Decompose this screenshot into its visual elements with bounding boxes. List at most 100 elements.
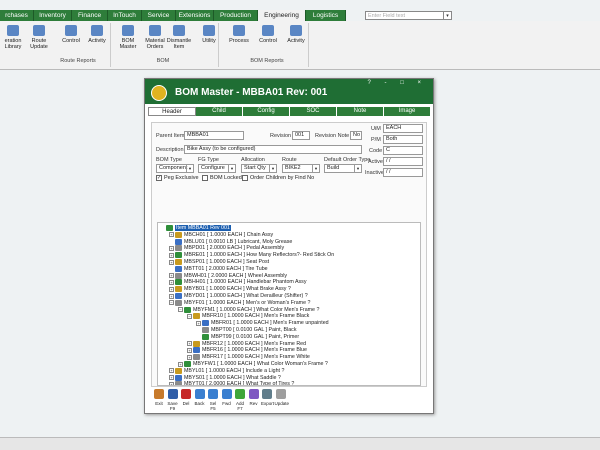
chevron-down-icon[interactable]: ▾: [354, 165, 361, 172]
expand-toggle-icon[interactable]: −: [178, 307, 183, 313]
tab-image[interactable]: Image: [384, 107, 431, 116]
home-button[interactable]: Exit: [153, 389, 165, 411]
expand-toggle-icon[interactable]: +: [187, 354, 192, 360]
fg-type-select[interactable]: Configure ▾: [198, 164, 236, 173]
ribbon-button-label: Activity: [88, 38, 106, 44]
search-icon: [208, 389, 218, 399]
expand-toggle-icon[interactable]: +: [169, 259, 174, 265]
pm-field[interactable]: Both: [383, 135, 423, 144]
ribbon-icon: [122, 25, 134, 36]
ribbon-button-8[interactable]: Process: [226, 25, 252, 44]
tab-intouch[interactable]: InTouch: [108, 10, 142, 21]
route-select[interactable]: BIKE2 ▾: [282, 164, 320, 173]
ribbon-button-1[interactable]: Route Update: [26, 25, 52, 50]
tab-production[interactable]: Production: [214, 10, 258, 21]
expand-toggle-icon[interactable]: +: [169, 286, 174, 292]
tree-node-label: MBYT01 [ 2.0000 EACH ] What Type of Tire…: [184, 381, 295, 386]
arrow-right-button[interactable]: Fwd: [221, 389, 233, 411]
tab-logistics[interactable]: Logistics: [306, 10, 346, 21]
revision-note-field[interactable]: No: [350, 131, 362, 140]
code-label: Code: [369, 148, 383, 154]
expand-toggle-icon[interactable]: +: [169, 279, 174, 285]
expand-toggle-icon[interactable]: −: [169, 300, 174, 306]
toolbar-label: Add F7: [235, 401, 244, 411]
chevron-down-icon[interactable]: ▾: [186, 165, 193, 172]
export-icon: [262, 389, 272, 399]
home-icon: [154, 389, 164, 399]
expand-toggle-icon[interactable]: +: [169, 273, 174, 279]
pm-label: P/M: [371, 137, 381, 143]
revision-field[interactable]: 001: [292, 131, 310, 140]
bom-type-select[interactable]: Component ▾: [156, 164, 194, 173]
arrow-left-icon: [194, 389, 205, 399]
export-button[interactable]: Export: [261, 389, 274, 411]
tab-inventory[interactable]: Inventory: [34, 10, 72, 21]
ribbon-icon: [149, 25, 161, 36]
add-button[interactable]: Add F7: [234, 389, 246, 411]
arrow-left-button[interactable]: Back: [194, 389, 206, 411]
chevron-down-icon[interactable]: ▾: [228, 165, 235, 172]
search-input[interactable]: Enter Field text ▾: [365, 11, 452, 20]
ribbon-button-4[interactable]: BOM Master: [115, 25, 141, 50]
expand-toggle-icon[interactable]: +: [169, 368, 174, 374]
description-field[interactable]: Bike Assy (to be configured): [184, 145, 362, 154]
bom-locked-checkbox[interactable]: BOM Locked: [202, 175, 242, 181]
default-order-type-select[interactable]: Build ▾: [324, 164, 362, 173]
expand-toggle-icon[interactable]: +: [169, 293, 174, 299]
tab-soc[interactable]: SOC: [290, 107, 337, 116]
peg-exclusive-checkbox[interactable]: ✓ Peg Exclusive: [156, 175, 199, 181]
tab-rchases[interactable]: rchases: [0, 10, 34, 21]
toolbar-label: Rev: [249, 401, 258, 406]
expand-toggle-icon[interactable]: +: [178, 361, 183, 367]
checkbox-checked-icon[interactable]: ✓: [156, 175, 162, 181]
ribbon-button-10[interactable]: Activity: [283, 25, 309, 44]
checkbox-icon[interactable]: [242, 175, 248, 181]
arrow-right-icon: [221, 389, 232, 399]
tab-note[interactable]: Note: [337, 107, 384, 116]
ribbon-button-0[interactable]: eration Library: [0, 25, 26, 50]
tab-header[interactable]: Header: [148, 107, 196, 116]
save-button[interactable]: Save F9: [167, 389, 179, 411]
code-field[interactable]: C: [383, 146, 423, 155]
tab-extensions[interactable]: Extensions: [176, 10, 214, 21]
ribbon-button-9[interactable]: Control: [255, 25, 281, 44]
tree-node[interactable]: + MBYT01 [ 2.0000 EACH ] What Type of Tir…: [169, 380, 295, 386]
revision-button[interactable]: Rev: [248, 389, 260, 411]
tab-child[interactable]: Child: [196, 107, 243, 116]
allocation-select[interactable]: Start Qty ▾: [241, 164, 277, 173]
expand-toggle-icon[interactable]: +: [196, 320, 201, 326]
expand-toggle-icon[interactable]: +: [169, 252, 174, 258]
ribbon-button-3[interactable]: Activity: [84, 25, 110, 44]
expand-toggle-icon[interactable]: +: [169, 375, 174, 381]
active-date-field[interactable]: / /: [383, 157, 423, 166]
expand-toggle-icon[interactable]: +: [169, 381, 174, 385]
ribbon-button-5[interactable]: Material Orders: [142, 25, 168, 50]
expand-toggle-icon[interactable]: +: [187, 341, 192, 347]
ribbon-icon: [65, 25, 77, 36]
chevron-down-icon[interactable]: ▾: [269, 165, 276, 172]
tab-service[interactable]: Service: [142, 10, 176, 21]
expand-toggle-icon[interactable]: +: [187, 347, 192, 353]
chevron-down-icon[interactable]: ▾: [312, 165, 319, 172]
checkbox-icon[interactable]: [202, 175, 208, 181]
parent-item-field[interactable]: MBBA01: [184, 131, 244, 140]
uim-field[interactable]: EACH: [383, 124, 423, 133]
expand-toggle-icon[interactable]: −: [187, 313, 192, 319]
inactive-date-field[interactable]: / /: [383, 168, 423, 177]
tab-finance[interactable]: Finance: [72, 10, 108, 21]
ribbon-button-6[interactable]: Dismantle Item: [166, 25, 192, 50]
tab-engineering[interactable]: Engineering: [258, 10, 306, 21]
search-button[interactable]: Sel F5: [207, 389, 219, 411]
order-children-checkbox[interactable]: Order Children by Find No: [242, 175, 314, 181]
window-controls[interactable]: ? - □ ×: [368, 80, 427, 86]
bom-tree[interactable]: Item MBBA01 Rev 001 + MBCH01 [ 1.0000 EACH…: [157, 222, 421, 386]
tab-config[interactable]: Config: [243, 107, 290, 116]
update-button[interactable]: Update: [275, 389, 289, 411]
chevron-down-icon[interactable]: ▾: [443, 12, 451, 19]
expand-toggle-icon[interactable]: +: [169, 232, 174, 238]
expand-toggle-icon[interactable]: +: [169, 245, 174, 251]
ribbon-separator: [110, 23, 111, 67]
ribbon-button-2[interactable]: Control: [58, 25, 84, 44]
toolbar-label: Sel F5: [209, 401, 217, 411]
delete-button[interactable]: Del: [180, 389, 192, 411]
